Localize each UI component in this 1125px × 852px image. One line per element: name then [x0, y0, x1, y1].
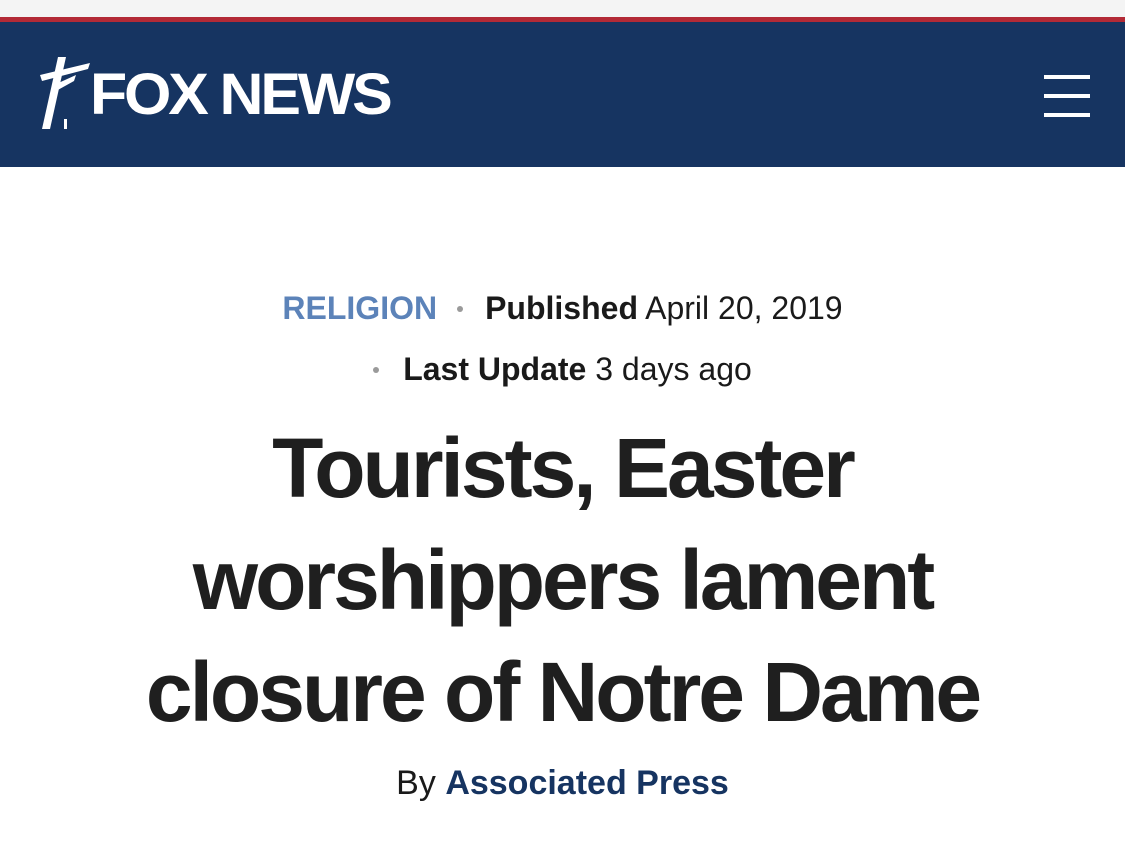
author-link[interactable]: Associated Press: [445, 764, 729, 802]
separator-dot-icon: [373, 366, 380, 373]
published-date: April 20, 2019: [645, 290, 843, 326]
fox-news-searchlight-icon: [40, 57, 90, 129]
article-byline: By Associated Press: [0, 764, 1125, 803]
logo-text: FOX NEWS: [90, 62, 393, 127]
updated-value: 3 days ago: [595, 351, 752, 387]
separator-dot-icon: [457, 305, 464, 312]
article-meta-published: RELIGION Published April 20, 2019: [0, 290, 1125, 327]
article-meta-updated: Last Update 3 days ago: [0, 351, 1125, 388]
byline-prefix: By: [396, 764, 436, 802]
top-status-strip: [0, 0, 1125, 17]
updated-label: Last Update: [403, 351, 587, 387]
category-link[interactable]: RELIGION: [282, 290, 437, 326]
fox-news-logo[interactable]: FOX NEWS: [36, 55, 426, 135]
published-label: Published: [485, 290, 638, 326]
article-headline: Tourists, Easter worshippers lament clos…: [145, 421, 982, 739]
hamburger-menu-icon[interactable]: [1044, 73, 1092, 119]
